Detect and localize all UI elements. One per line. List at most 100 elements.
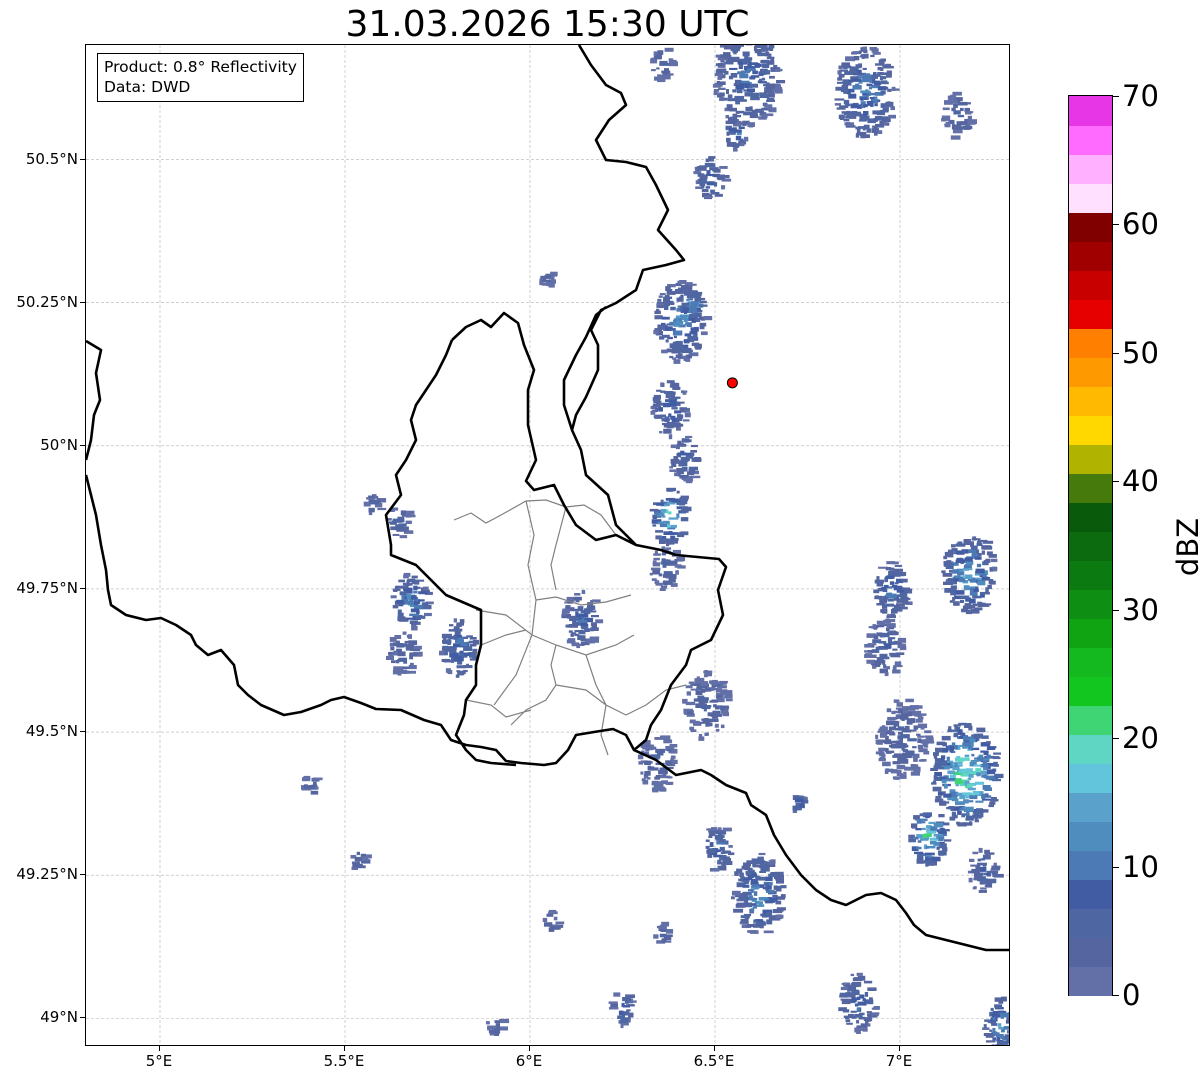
precip-pixel: [698, 734, 703, 738]
precip-pixel: [728, 127, 734, 132]
precip-pixel: [847, 72, 852, 75]
precip-pixel: [769, 75, 775, 79]
precip-pixel: [397, 516, 405, 522]
precip-pixel: [717, 76, 723, 80]
precip-pixel: [485, 1021, 490, 1025]
precip-pixel: [628, 1012, 634, 1018]
precip-pixel: [679, 442, 684, 447]
precip-pixel: [965, 609, 972, 615]
precip-pixel: [753, 891, 758, 896]
precip-pixel: [886, 575, 895, 579]
precip-pixel: [949, 746, 954, 751]
precip-pixel: [743, 877, 752, 880]
precip-pixel: [391, 660, 396, 664]
precip-pixel: [542, 279, 551, 283]
colorbar-unit-label: dBZ: [1171, 517, 1202, 577]
precip-pixel: [549, 926, 560, 930]
precip-pixel: [913, 757, 918, 762]
precip-pixel: [663, 404, 671, 408]
precip-pixel: [892, 669, 901, 674]
precip-pixel: [876, 752, 884, 755]
precip-pixel: [880, 81, 889, 85]
precip-pixel: [679, 407, 687, 411]
precip-pixel: [757, 52, 767, 57]
radar-site-marker[interactable]: [726, 377, 738, 389]
precip-pixel: [759, 92, 765, 97]
precip-pixel: [674, 472, 679, 477]
precip-pixel: [963, 585, 970, 591]
precip-pixel: [670, 415, 676, 420]
precip-pixel: [709, 700, 718, 703]
precip-pixel: [657, 298, 662, 302]
precip-pixel: [968, 725, 973, 731]
precip-pixel: [971, 608, 980, 614]
precip-pixel: [877, 72, 884, 75]
y-tick-mark: [80, 874, 85, 876]
precip-pixel: [735, 110, 745, 114]
precip-pixel: [933, 841, 940, 846]
precip-pixel: [902, 754, 912, 758]
precip-pixel: [686, 298, 690, 302]
precip-pixel: [919, 813, 926, 817]
precip-pixel: [975, 781, 985, 785]
precip-pixel: [661, 553, 666, 556]
precip-pixel: [965, 818, 974, 821]
precip-pixel: [720, 724, 725, 729]
precip-pixel: [681, 467, 688, 472]
precip-pixel: [659, 293, 666, 296]
precip-pixel: [656, 67, 660, 70]
precip-pixel: [752, 864, 763, 868]
precip-pixel: [953, 724, 961, 727]
precip-pixel: [411, 625, 418, 631]
precip-pixel: [655, 582, 663, 586]
precip-pixel: [387, 518, 392, 521]
precip-pixel: [742, 122, 747, 126]
precip-pixel: [991, 1022, 998, 1026]
precip-pixel: [691, 458, 702, 462]
precip-pixel: [620, 1023, 629, 1026]
gridlines: [86, 45, 1009, 1045]
precip-pixel: [993, 752, 1001, 755]
precip-pixel: [674, 564, 682, 568]
precip-pixel: [871, 1007, 876, 1010]
precip-pixel: [1006, 1017, 1009, 1022]
precip-pixel: [660, 735, 671, 740]
precip-pixel: [657, 50, 664, 55]
precip-pixel: [902, 749, 909, 752]
precip-pixel: [661, 538, 671, 543]
precip-pixel: [895, 740, 900, 745]
precip-pixel: [642, 779, 649, 785]
precip-pixel: [866, 83, 873, 87]
precip-pixel: [916, 766, 921, 770]
precip-pixel: [858, 126, 865, 129]
precip-pixel: [719, 680, 728, 684]
precip-pixel: [834, 103, 841, 106]
precip-pixel: [660, 775, 671, 779]
precip-pixel: [942, 107, 950, 111]
precip-pixel: [963, 605, 972, 610]
precip-pixel: [998, 1042, 1004, 1045]
data-source-label: Data: DWD: [104, 78, 191, 96]
y-tick-label: 49°N: [40, 1008, 78, 1027]
precip-pixel: [969, 858, 975, 862]
precip-pixel: [839, 105, 849, 108]
colorbar-tick-label: 60: [1122, 207, 1159, 242]
radar-map[interactable]: [85, 44, 1010, 1046]
precip-pixel: [688, 309, 697, 314]
precip-pixel: [409, 653, 418, 657]
precip-pixel: [959, 595, 970, 600]
precip-pixel: [657, 74, 662, 78]
precip-pixel: [977, 858, 982, 862]
precip-pixel: [895, 707, 906, 710]
colorbar-segment: [1069, 328, 1112, 358]
precip-pixel: [682, 419, 690, 422]
precip-pixel: [423, 586, 429, 590]
precip-pixel: [666, 425, 674, 429]
precip-pixel: [690, 688, 699, 691]
colorbar-segment: [1069, 879, 1112, 909]
precip-pixel: [952, 91, 962, 96]
precip-pixel: [653, 330, 659, 335]
precip-pixel: [915, 828, 922, 831]
precip-pixel: [914, 851, 924, 855]
precip-pixel: [743, 899, 749, 903]
